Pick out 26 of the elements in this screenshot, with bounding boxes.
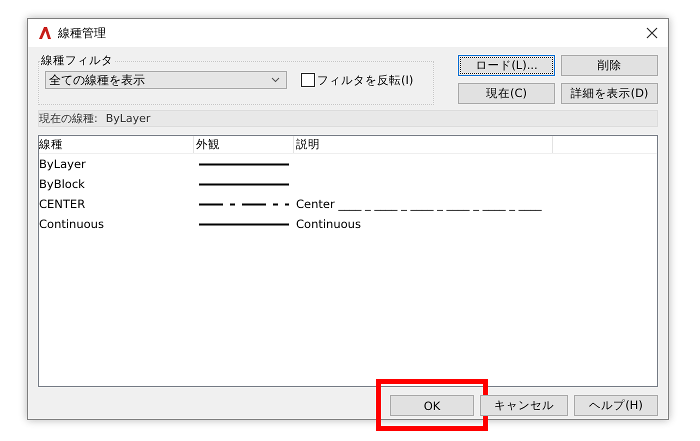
dialog-button[interactable]: 詳細を表示(D) [561,82,658,104]
dialog-button[interactable]: ヘルプ(H) [574,395,658,416]
column-header[interactable]: 説明 [294,136,553,153]
current-label: 現在の線種: [39,111,98,126]
linetype-description: Continuous [296,217,361,231]
close-icon[interactable] [646,27,658,39]
linetype-name: Continuous [39,217,105,231]
dialog-button[interactable]: 現在(C) [458,82,555,104]
dialog-button[interactable]: ロード(L)... [458,55,555,76]
linetype-name: CENTER [39,197,86,211]
dialog-button[interactable]: OK [390,395,474,416]
filter-dropdown[interactable]: 全ての線種を表示 [45,71,287,89]
logo-icon [38,26,52,40]
dialog-button[interactable]: 削除 [561,55,658,76]
column-header[interactable]: 外観 [194,136,294,153]
linetype-name: ByBlock [39,177,86,191]
column-header[interactable]: 線種 [39,136,194,153]
dialog-button[interactable]: キャンセル [480,395,568,416]
linetype-description: Center ____ _ ____ _ ____ _ ____ _ ____ _ ____ [296,197,542,211]
group-label: 線種フィルタ [41,53,115,68]
current-value: ByLayer [106,112,150,125]
linetype-name: ByLayer [39,157,87,171]
checkbox[interactable] [301,73,315,87]
chevron-icon [271,77,280,83]
window-title: 線種管理 [58,24,107,42]
checkbox-label: フィルタを反転(I) [317,72,414,88]
